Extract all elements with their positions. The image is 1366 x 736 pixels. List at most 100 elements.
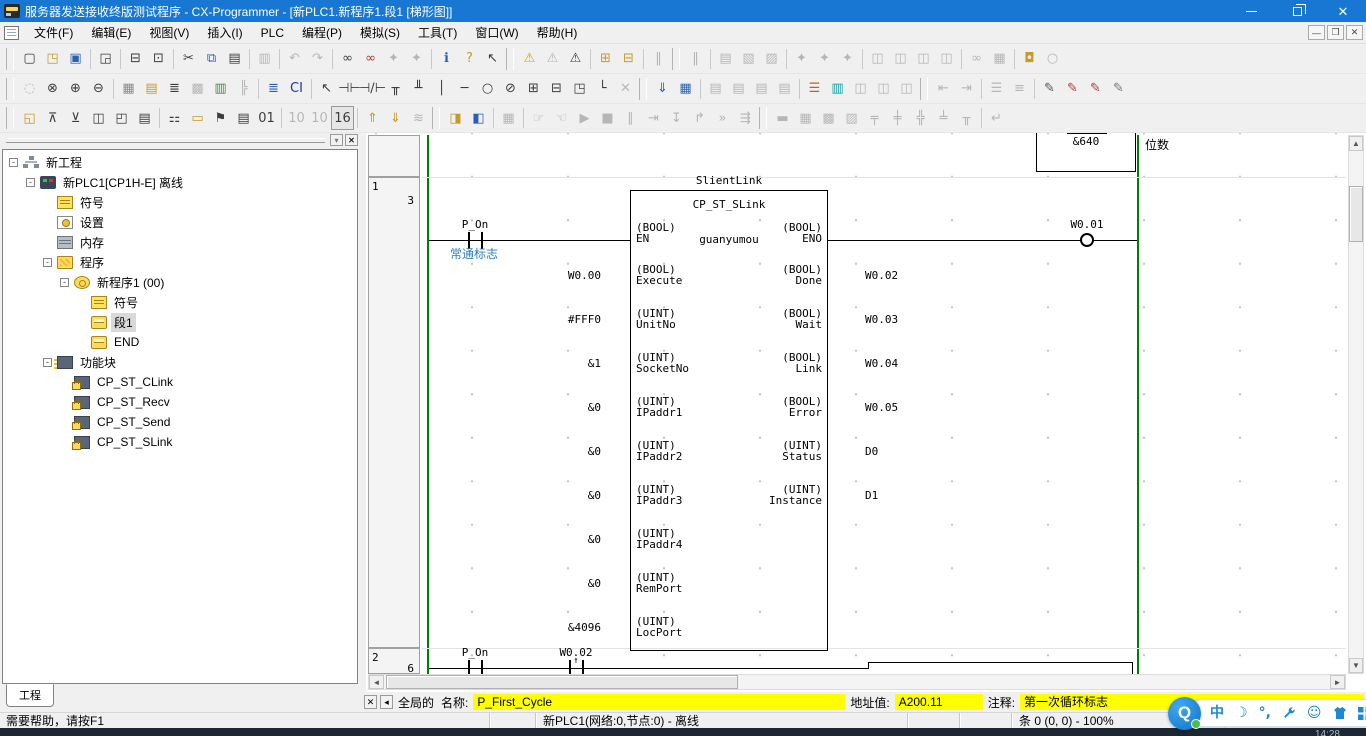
restore-button[interactable]: [1274, 0, 1320, 22]
fb-output-row[interactable]: (UINT)Status D0: [686, 440, 946, 484]
fb-output-operand[interactable]: W0.04: [865, 352, 935, 369]
outdent-icon[interactable]: ⇥: [955, 77, 978, 101]
user3-icon[interactable]: ✦: [836, 47, 859, 71]
zoom-out-icon[interactable]: ⊖: [87, 77, 110, 101]
binary-view-icon[interactable]: 01: [255, 106, 278, 130]
window-new-icon[interactable]: ◰: [110, 106, 133, 130]
workspace-menu-button[interactable]: ▾: [330, 134, 343, 146]
menu-item[interactable]: 模拟(S): [351, 22, 409, 43]
copy-icon[interactable]: ⧉: [200, 47, 223, 71]
set-value3-icon[interactable]: ▩: [817, 106, 840, 130]
flag-icon[interactable]: ⚑: [209, 106, 232, 130]
cross-reference-icon[interactable]: ⚏: [163, 106, 186, 130]
rung1-margin-cell[interactable]: 1 3: [368, 177, 420, 648]
tree-item-cp-st-send[interactable]: CP_ST_Send: [3, 412, 357, 432]
monitor-mode-icon[interactable]: ▦: [497, 106, 520, 130]
rung2-margin-cell[interactable]: 2 6: [368, 648, 420, 674]
ime-language-icon[interactable]: 中: [1210, 706, 1224, 720]
rung-comment-icon[interactable]: ≣: [163, 77, 186, 101]
hex-monitor-icon[interactable]: 16: [331, 106, 354, 130]
decimal-monitor-icon[interactable]: 10: [285, 106, 308, 130]
scroll-left-icon[interactable]: ◄: [369, 675, 384, 689]
menu-item[interactable]: 帮助(H): [528, 22, 587, 43]
zoom-select-icon[interactable]: ⊗: [41, 77, 64, 101]
tree-expander-icon[interactable]: -: [60, 278, 69, 287]
ladder-canvas[interactable]: &640 位数 P_On 常通标志 SlientLink CP_ST_SLink…: [366, 133, 1366, 692]
menu-item[interactable]: 工具(T): [409, 22, 466, 43]
mdi-minimize-button[interactable]: —: [1308, 25, 1325, 40]
upload-icon[interactable]: ⇑: [361, 106, 384, 130]
fb-input-operand[interactable]: &0: [486, 484, 601, 501]
tree-item-symbols[interactable]: 符号: [3, 192, 357, 212]
mdi-close-button[interactable]: ✕: [1346, 25, 1363, 40]
delete-mode-icon[interactable]: ✕: [614, 77, 637, 101]
hr-view-icon[interactable]: ▥: [826, 77, 849, 101]
contact-no-icon[interactable]: ⊣⊢: [338, 77, 361, 101]
replace-icon[interactable]: ∞: [359, 47, 382, 71]
fb-input-operand[interactable]: W0.00: [486, 264, 601, 281]
doc-compare-icon[interactable]: ▨: [760, 47, 783, 71]
menu-item[interactable]: 文件(F): [25, 22, 82, 43]
win3-icon[interactable]: ◫: [895, 77, 918, 101]
menu-item[interactable]: 插入(I): [198, 22, 251, 43]
transfer-icon[interactable]: ⊟: [617, 47, 640, 71]
tree-item-program1-symbols[interactable]: 符号: [3, 292, 357, 312]
tree-expander-icon[interactable]: -: [26, 178, 35, 187]
fb-output-row[interactable]: (BOOL)Error W0.05: [686, 396, 946, 440]
fb-output-row[interactable]: (BOOL)Link W0.04: [686, 352, 946, 396]
list2-icon[interactable]: ≡: [1008, 77, 1031, 101]
fb-output-operand[interactable]: D1: [865, 484, 935, 501]
pen-red2-icon[interactable]: ✎: [1084, 77, 1107, 101]
fb-output-operand[interactable]: D0: [865, 440, 935, 457]
open-file-icon[interactable]: ◳: [41, 47, 64, 71]
minimize-button[interactable]: [1228, 0, 1274, 22]
undo-icon[interactable]: ↶: [283, 47, 306, 71]
fb-input-operand[interactable]: &0: [486, 572, 601, 589]
set-value2-icon[interactable]: ▦: [794, 106, 817, 130]
find-icon[interactable]: ∞: [336, 47, 359, 71]
close-button[interactable]: ✕: [1320, 0, 1366, 22]
tree-item-end[interactable]: END: [3, 332, 357, 352]
zoom-in-icon[interactable]: ⊕: [64, 77, 87, 101]
tree-item-settings[interactable]: 设置: [3, 212, 357, 232]
diff-clear-icon[interactable]: ╥: [955, 106, 978, 130]
horizontal-scroll-thumb[interactable]: [386, 675, 738, 689]
run-icon[interactable]: ▶: [573, 106, 596, 130]
force-on-icon[interactable]: ☞: [527, 106, 550, 130]
find-previous-icon[interactable]: ✦: [405, 47, 428, 71]
coil-closed-icon[interactable]: ⊘: [499, 77, 522, 101]
find-next-icon[interactable]: ✦: [382, 47, 405, 71]
program-check-icon[interactable]: ⚠: [564, 47, 587, 71]
unlock-icon[interactable]: ○: [1041, 47, 1064, 71]
workspace-close-button[interactable]: ✕: [345, 134, 358, 146]
instruction-not-icon[interactable]: ⊟: [545, 77, 568, 101]
monitor-data-icon[interactable]: ▩: [186, 77, 209, 101]
menu-item[interactable]: 窗口(W): [466, 22, 527, 43]
tree-item-section1[interactable]: 段1: [3, 312, 357, 332]
diff-down-icon[interactable]: ╪: [886, 106, 909, 130]
diff-set-icon[interactable]: ╧: [932, 106, 955, 130]
fb-input-row[interactable]: &0 (UINT)IPaddr4: [486, 528, 826, 572]
fb-download-icon[interactable]: ⇓: [651, 77, 674, 101]
mdi-restore-button[interactable]: ❐: [1327, 25, 1344, 40]
compile-all-icon[interactable]: ⚠: [541, 47, 564, 71]
comment-icon[interactable]: ▭: [186, 106, 209, 130]
paste-special-icon[interactable]: ▥: [253, 47, 276, 71]
fast-forward-icon[interactable]: »: [711, 106, 734, 130]
menu-item[interactable]: 视图(V): [140, 22, 198, 43]
coil-icon[interactable]: ○: [476, 77, 499, 101]
plc-setup-icon[interactable]: ◫: [889, 47, 912, 71]
pause-sim-icon[interactable]: ∥: [619, 106, 642, 130]
vertical-line-icon[interactable]: │: [430, 77, 453, 101]
dependents-icon[interactable]: ╠: [232, 77, 255, 101]
doc-monitor-icon[interactable]: ▤: [714, 47, 737, 71]
monitor-window-icon[interactable]: ◫: [935, 47, 958, 71]
save-icon[interactable]: ▣: [64, 47, 87, 71]
contact-or-no-icon[interactable]: ╥: [384, 77, 407, 101]
output-coil[interactable]: [1080, 233, 1094, 247]
compile-icon[interactable]: ⚠: [518, 47, 541, 71]
build1-icon[interactable]: ⊼: [41, 106, 64, 130]
rung1-contact[interactable]: P_On: [446, 219, 504, 230]
instruction-icon[interactable]: ⊞: [522, 77, 545, 101]
watch-icon[interactable]: ∞: [965, 47, 988, 71]
